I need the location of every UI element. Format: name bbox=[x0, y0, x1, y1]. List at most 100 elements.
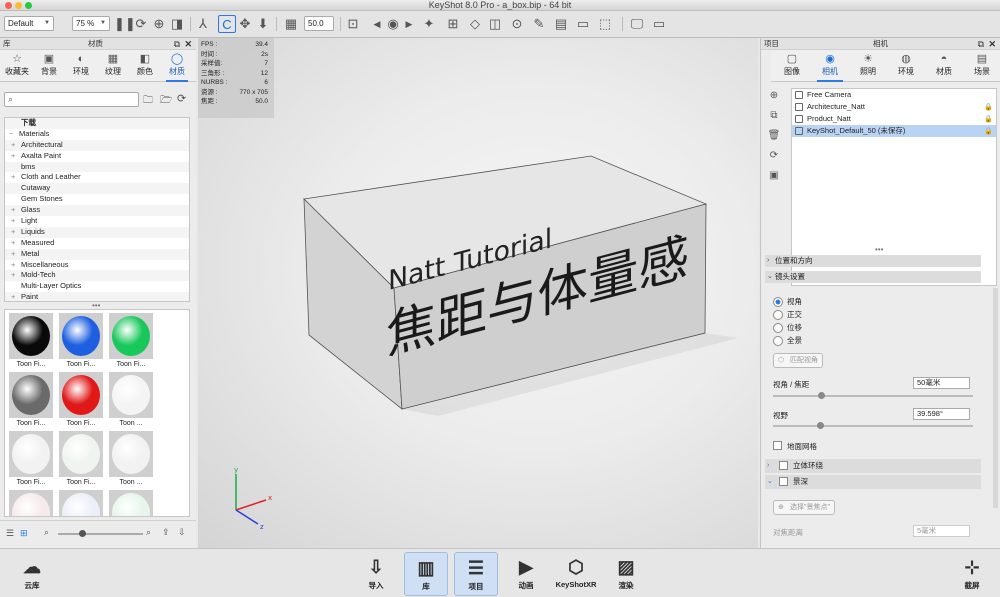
camera-item[interactable]: Free Camera bbox=[792, 89, 996, 101]
add-camera-icon[interactable]: ⊕ bbox=[766, 90, 782, 104]
tree-item[interactable]: + Metal bbox=[5, 248, 189, 260]
camera-item[interactable]: KeyShot_Default_50 (未保存) 🔒 bbox=[792, 125, 996, 137]
stereo-checkbox[interactable] bbox=[779, 461, 788, 470]
duplicate-camera-icon[interactable]: ⧉ bbox=[766, 110, 782, 124]
tab-4[interactable]: ◧ 颜色 bbox=[130, 50, 160, 82]
material-swatch[interactable]: Toon Fi... bbox=[7, 371, 55, 431]
bottom-button-4[interactable]: ⬡ KeyShotXR bbox=[554, 552, 598, 596]
bottom-button-5[interactable]: ▨ 渲染 bbox=[604, 552, 648, 596]
performance-icon[interactable]: ⬚ bbox=[596, 15, 614, 33]
fov-input[interactable]: 39.598° bbox=[913, 408, 970, 420]
focal-slider[interactable] bbox=[773, 395, 973, 397]
match-perspective-button[interactable]: ⬡ 匹配视角 bbox=[773, 353, 823, 368]
fov-slider[interactable] bbox=[773, 425, 973, 427]
tab-0[interactable]: ▢ 图像 bbox=[775, 50, 809, 82]
refresh-icon[interactable]: ⟳ bbox=[132, 15, 150, 33]
tab-2[interactable]: ◐ 环境 bbox=[66, 50, 96, 82]
zoom-in-icon[interactable]: ⌕ bbox=[146, 527, 151, 538]
download-icon[interactable]: ⇩ bbox=[178, 527, 186, 538]
bottom-button-0[interactable]: ⇩ 导入 bbox=[354, 552, 398, 596]
pan-icon[interactable]: ✥ bbox=[236, 15, 254, 33]
tree-item[interactable]: + Paint bbox=[5, 292, 189, 301]
next-icon[interactable]: ▶ bbox=[400, 15, 418, 33]
tree-item[interactable]: + Light bbox=[5, 216, 189, 227]
list-view-icon[interactable]: ☰ bbox=[6, 528, 14, 539]
dolly-icon[interactable]: ⬇ bbox=[254, 15, 272, 33]
material-swatch[interactable]: Toon Fi... bbox=[7, 312, 55, 372]
material-swatch[interactable]: Toon ... bbox=[107, 430, 155, 490]
section-stereo[interactable]: › 立体环绕 bbox=[765, 459, 981, 473]
tab-5[interactable]: ▤ 场景 bbox=[965, 50, 999, 82]
dof-checkbox[interactable] bbox=[779, 477, 788, 486]
camera-item[interactable]: Product_Natt 🔒 bbox=[792, 113, 996, 125]
slider-knob[interactable] bbox=[79, 530, 86, 537]
material-icon[interactable]: ◫ bbox=[486, 15, 504, 33]
fov-slider-knob[interactable] bbox=[817, 422, 824, 429]
tree-item[interactable]: + Miscellaneous bbox=[5, 260, 189, 271]
focal-length-field[interactable]: 50.0 bbox=[304, 16, 334, 31]
expand-icon[interactable]: + bbox=[11, 238, 21, 249]
radio-perspective[interactable]: 视角 bbox=[773, 297, 802, 307]
delete-camera-icon[interactable]: 🗑 bbox=[766, 130, 782, 144]
orbit-icon[interactable]: C bbox=[218, 15, 236, 33]
material-swatch[interactable]: Toon Fi... bbox=[107, 312, 155, 372]
tree-item[interactable]: Multi-Layer Optics bbox=[5, 281, 189, 292]
splitter-handle[interactable]: ••• bbox=[875, 245, 883, 254]
render-viewport[interactable]: Natt Tutorial 焦距与体量感 y x z bbox=[198, 38, 758, 548]
material-swatch[interactable]: Toon Fi... bbox=[57, 312, 105, 372]
radio-panorama[interactable]: 全景 bbox=[773, 336, 802, 346]
tab-3[interactable]: ◍ 环境 bbox=[889, 50, 923, 82]
section-dof[interactable]: ⌄ 景深 bbox=[765, 475, 981, 489]
focal-slider-knob[interactable] bbox=[818, 392, 825, 399]
library-search-input[interactable]: ⌕ bbox=[4, 92, 139, 107]
render-region-icon[interactable]: ⊕ bbox=[150, 15, 168, 33]
upload-icon[interactable]: ⇪ bbox=[162, 527, 170, 538]
tab-5[interactable]: ◯ 材质 bbox=[162, 50, 192, 82]
target-icon[interactable]: ⊙ bbox=[508, 15, 526, 33]
material-swatch[interactable]: Toon Fi... bbox=[7, 430, 55, 490]
section-position[interactable]: › 位置和方向 bbox=[765, 255, 981, 267]
tree-item[interactable]: − Materials bbox=[5, 129, 189, 140]
expand-icon[interactable]: + bbox=[11, 140, 21, 151]
tab-1[interactable]: ◉ 相机 bbox=[813, 50, 847, 82]
bottom-button-3[interactable]: ▶ 动画 bbox=[504, 552, 548, 596]
camera-item[interactable]: Architecture_Natt 🔒 bbox=[792, 101, 996, 113]
material-swatch[interactable]: Toon ... bbox=[107, 371, 155, 431]
minimize-window-button[interactable] bbox=[15, 2, 22, 9]
expand-icon[interactable]: + bbox=[11, 151, 21, 162]
focal-length-input[interactable]: 50毫米 bbox=[913, 377, 970, 389]
bottom-button-1[interactable]: ▥ 库 bbox=[404, 552, 448, 596]
ground-grid-checkbox[interactable] bbox=[773, 441, 782, 450]
bottom-button-2[interactable]: ☰ 项目 bbox=[454, 552, 498, 596]
expand-icon[interactable]: + bbox=[11, 270, 21, 281]
preset-select[interactable]: Default ▼ bbox=[4, 16, 54, 31]
tab-0[interactable]: ☆ 收藏夹 bbox=[2, 50, 32, 82]
expand-icon[interactable]: + bbox=[11, 216, 21, 227]
tree-item[interactable]: Cutaway bbox=[5, 183, 189, 195]
reset-camera-icon[interactable]: ⟳ bbox=[766, 150, 782, 164]
maximize-window-button[interactable] bbox=[25, 2, 32, 9]
grid-icon[interactable]: ▦ bbox=[282, 15, 300, 33]
material-swatch[interactable]: Toon ... bbox=[57, 489, 105, 516]
tab-2[interactable]: ☀ 照明 bbox=[851, 50, 885, 82]
region-icon[interactable]: ◨ bbox=[168, 15, 186, 33]
float-icon[interactable]: ⧉ bbox=[978, 38, 984, 50]
thumbnail-size-slider[interactable] bbox=[58, 533, 143, 535]
close-icon[interactable]: ✕ bbox=[184, 38, 192, 50]
display-icon[interactable]: ▭ bbox=[574, 15, 592, 33]
fit-icon[interactable]: ⊞ bbox=[444, 15, 462, 33]
expand-icon[interactable]: + bbox=[11, 260, 21, 271]
material-swatch[interactable]: Toon Fi... bbox=[57, 430, 105, 490]
zoom-out-icon[interactable]: ⌕ bbox=[44, 527, 49, 538]
grid-view-icon[interactable]: ▤ bbox=[552, 15, 570, 33]
float-icon[interactable]: ⧉ bbox=[174, 38, 180, 50]
monitor-icon[interactable]: 🖵 bbox=[628, 15, 646, 33]
radio-orthographic[interactable]: 正交 bbox=[773, 310, 802, 320]
cloud-library-button[interactable]: ☁ 云库 bbox=[10, 552, 54, 596]
close-icon[interactable]: ✕ bbox=[988, 38, 996, 50]
light-icon[interactable]: ✦ bbox=[420, 15, 438, 33]
expand-icon[interactable]: + bbox=[11, 205, 21, 216]
scrollbar[interactable] bbox=[993, 288, 998, 508]
tree-item[interactable]: + Measured bbox=[5, 238, 189, 249]
refresh-icon[interactable]: ⟳ bbox=[177, 92, 186, 105]
